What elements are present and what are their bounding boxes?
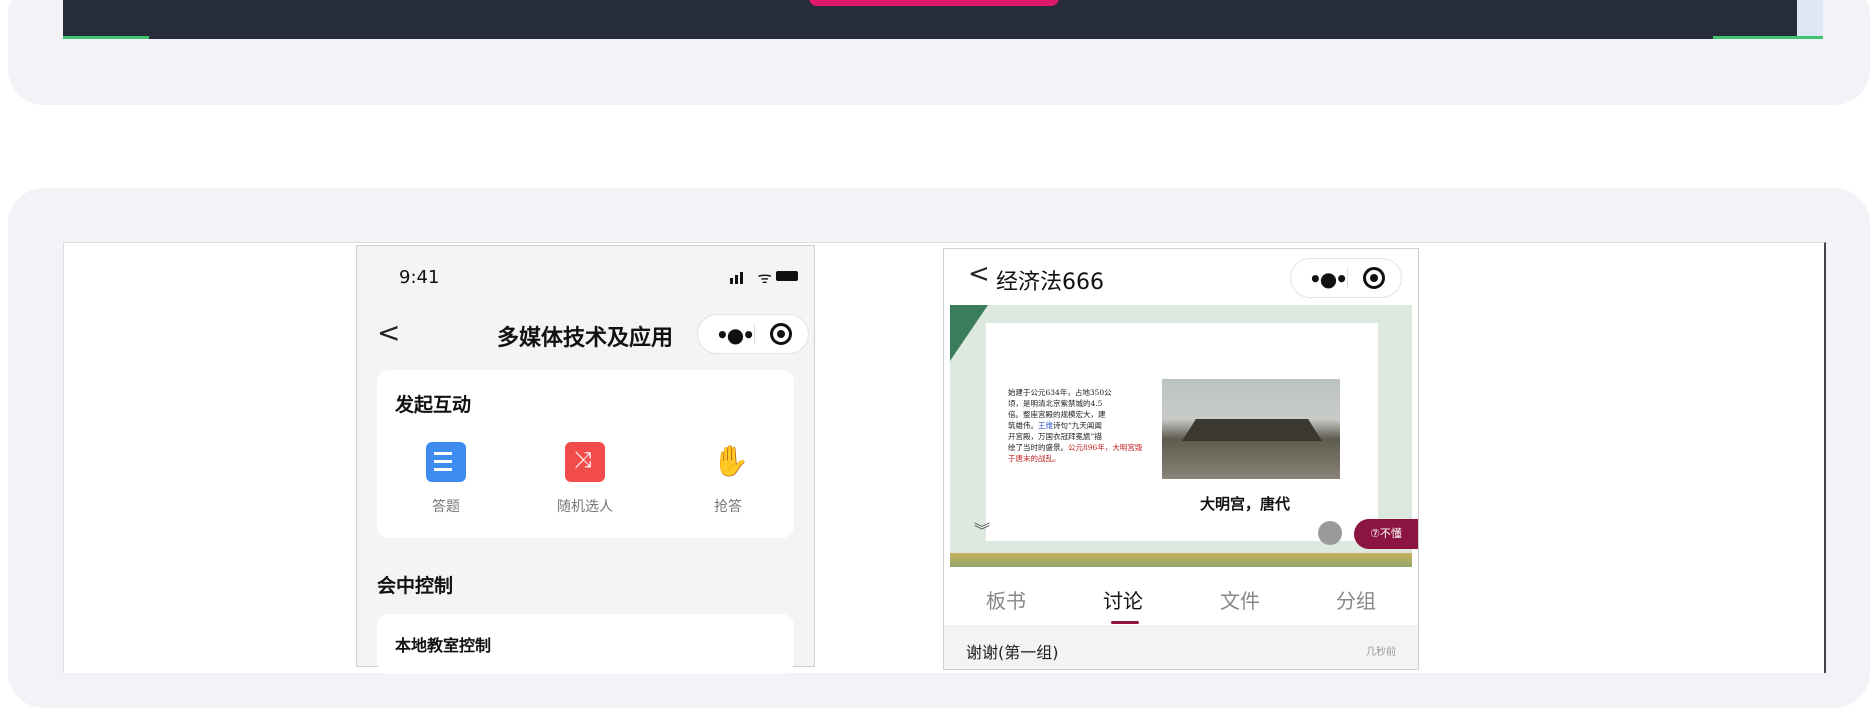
action-label: 答题 [432,499,460,515]
slide-body-text: 始建于公元634年，占地350公 顷，是明清北京紫禁城的4.5 倍。整座宫殿的规… [1008,388,1143,463]
miniprogram-capsule: •●• [697,314,809,354]
action-random-pick[interactable]: 随机选人 [540,442,630,516]
slide-corner-ornament [950,305,988,361]
pink-button[interactable] [809,0,1059,6]
action-label: 随机选人 [557,499,613,515]
section-title-interaction: 发起互动 [395,394,472,416]
capsule-divider [1347,268,1348,288]
tab-discussion[interactable]: 讨论 [1103,585,1143,614]
student-phone-screen: < 经济法666 •●• 始建于公元634年，占地350公 顷，是明清北京紫禁城… [943,248,1419,670]
action-raise-hand[interactable]: 抢答 [683,442,773,516]
tab-bar: 板书 讨论 文件 分组 [944,567,1418,625]
action-answer[interactable]: 答题 [401,442,491,516]
more-icon[interactable]: •●• [1309,267,1348,291]
answer-icon [426,442,466,482]
tab-board[interactable]: 板书 [986,585,1026,614]
slide-bottom-band [950,553,1412,567]
side-pane [1797,0,1823,36]
back-icon[interactable]: < [968,259,990,289]
nav-bar: < 多媒体技术及应用 •●• [357,306,814,362]
tab-files[interactable]: 文件 [1220,585,1260,614]
progress-line-left [63,36,149,39]
fullscreen-icon[interactable] [1318,521,1342,545]
local-classroom-panel[interactable]: 本地教室控制 [377,614,794,674]
page-title: 经济法666 [996,270,1104,295]
slide-viewer[interactable]: 始建于公元634年，占地350公 顷，是明清北京紫禁城的4.5 倍。整座宫殿的规… [950,305,1418,567]
status-bar: 9:41 ᯤ [357,246,814,306]
dont-understand-button[interactable]: ⑦不懂 [1354,519,1418,549]
capsule-divider [754,324,755,344]
signal-icon [730,272,743,284]
tab-groups[interactable]: 分组 [1336,585,1376,614]
back-icon[interactable]: < [377,316,400,349]
close-miniprogram-icon[interactable] [1363,267,1385,289]
raise-hand-icon [708,442,749,482]
palace-photo [1162,379,1340,479]
random-pick-icon [565,442,605,482]
collapse-chevron-icon[interactable]: ︾ [974,517,990,541]
miniprogram-capsule: •●• [1290,258,1402,298]
more-icon[interactable]: •●• [716,323,755,347]
section-title-control: 会中控制 [377,575,454,597]
teacher-phone-screen: 9:41 ᯤ < 多媒体技术及应用 •●• 发起互动 答题 随机选人 抢答 [356,245,815,674]
dark-preview-strip [63,0,1823,39]
message-author: 谢谢(第一组) [966,643,1059,662]
battery-icon [776,271,798,281]
local-classroom-title: 本地教室控制 [395,636,492,655]
list-item[interactable]: 谢谢(第一组) 几秒前 [944,625,1418,669]
progress-line-right [1713,36,1823,39]
nav-bar: < 经济法666 •●• [944,249,1418,305]
status-time: 9:41 [399,267,440,288]
interaction-panel: 发起互动 答题 随机选人 抢答 [377,370,794,538]
action-label: 抢答 [714,499,742,515]
slide-caption: 大明宫，唐代 [1200,495,1291,513]
message-time: 几秒前 [1366,647,1396,658]
active-tab-indicator [1111,621,1139,624]
close-miniprogram-icon[interactable] [770,323,792,345]
page-title: 多媒体技术及应用 [497,326,674,351]
wifi-icon: ᯤ [757,268,772,287]
